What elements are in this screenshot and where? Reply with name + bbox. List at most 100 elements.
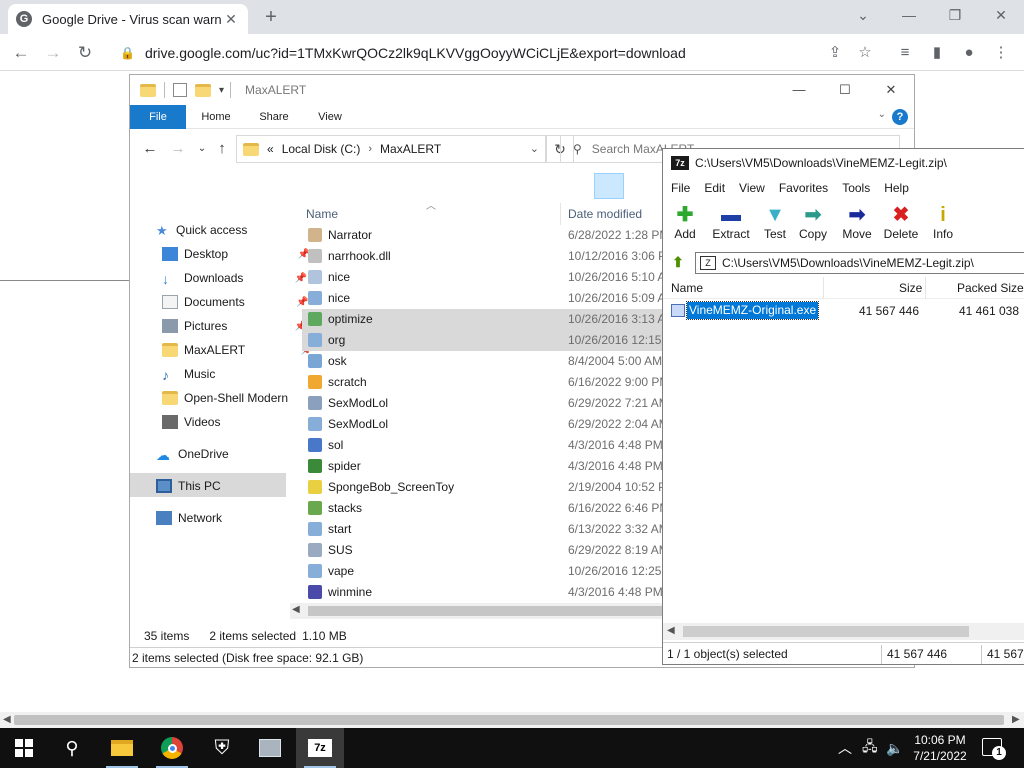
up-folder-icon[interactable]: ⬆ [667, 254, 689, 272]
properties-icon[interactable] [173, 83, 187, 97]
large-icons-view-button[interactable] [630, 173, 660, 199]
status-divider [881, 645, 882, 664]
customize-toolbar-icon[interactable]: ▾ [219, 85, 224, 96]
nav-item-videos[interactable]: Videos [162, 411, 220, 433]
scrollbar-thumb[interactable] [683, 626, 969, 637]
nav-item-this-pc[interactable]: This PC [156, 475, 221, 497]
nav-item-documents[interactable]: Documents 📌 [162, 291, 309, 313]
nav-item-maxalert[interactable]: MaxALERT 📌 [162, 339, 313, 361]
recent-locations-button[interactable]: ⌄ [192, 139, 212, 159]
details-view-button[interactable] [594, 173, 624, 199]
explorer-back-button[interactable]: ← [140, 139, 160, 159]
column-header-size[interactable]: Size [899, 277, 922, 299]
new-folder-icon[interactable] [195, 83, 211, 97]
expand-ribbon-icon[interactable]: ⌄ [878, 109, 886, 120]
back-button[interactable]: ← [8, 40, 34, 66]
share-icon[interactable]: ⇪ [822, 40, 848, 66]
explorer-forward-button[interactable]: → [168, 139, 188, 159]
toolbar-add-button[interactable]: ✚ Add [663, 203, 707, 247]
nav-item-pictures[interactable]: Pictures 📌 [162, 315, 307, 337]
taskbar-chrome[interactable] [148, 728, 196, 768]
explorer-maximize-button[interactable]: ☐ [822, 75, 868, 105]
nav-item-network[interactable]: Network [156, 507, 222, 529]
explorer-close-button[interactable]: ✕ [868, 75, 914, 105]
tab-view[interactable]: View [304, 105, 356, 129]
tab-file[interactable]: File [130, 105, 186, 129]
scrollbar-thumb[interactable] [14, 715, 1004, 725]
explorer-minimize-button[interactable]: — [776, 75, 822, 105]
bookmark-star-icon[interactable]: ☆ [852, 40, 878, 66]
volume-icon[interactable]: 🔈 [886, 728, 903, 768]
path-chevron-icon[interactable]: › [368, 143, 372, 155]
sevenzip-path-box[interactable]: Z C:\Users\VM5\Downloads\VineMEMZ-Legit.… [695, 252, 1024, 274]
toolbar-move-button[interactable]: ➡ Move [835, 203, 879, 247]
scrollbar-thumb[interactable] [308, 606, 668, 616]
taskbar-clock[interactable]: 10:06 PM 7/21/2022 [908, 732, 972, 764]
scroll-left-icon[interactable]: ◀ [3, 714, 11, 725]
media-control-icon[interactable]: ≡ [892, 40, 918, 66]
side-panel-icon[interactable]: ▮ [924, 40, 950, 66]
minimize-button[interactable]: — [886, 0, 932, 30]
menu-view[interactable]: View [739, 181, 765, 195]
column-header-name[interactable]: Name [671, 277, 703, 299]
search-button[interactable]: ⚲ [48, 728, 96, 768]
browser-tab[interactable]: G Google Drive - Virus scan warnin ✕ [8, 4, 248, 34]
scroll-left-icon[interactable]: ◀ [667, 625, 675, 636]
more-menu-icon[interactable]: ⋮ [988, 40, 1014, 66]
close-tab-icon[interactable]: ✕ [222, 11, 240, 28]
path-segment-local-disk[interactable]: Local Disk (C:) [282, 142, 361, 156]
up-button[interactable]: ↑ [212, 139, 232, 159]
forward-button[interactable]: → [40, 40, 66, 66]
address-bar[interactable]: 🔒 drive.google.com/uc?id=1TMxKwrQOCz2lk9… [108, 38, 888, 68]
menu-help[interactable]: Help [884, 181, 909, 195]
scroll-left-icon[interactable]: ◀ [292, 604, 300, 615]
toolbar-info-button[interactable]: i Info [921, 203, 965, 247]
taskbar-settings-app[interactable] [246, 728, 294, 768]
menu-file[interactable]: File [671, 181, 690, 195]
taskbar-security[interactable]: ⛨ [198, 728, 246, 768]
minimize-window-button[interactable]: ⌄ [840, 0, 886, 30]
column-divider[interactable] [560, 203, 561, 225]
path-segment-maxalert[interactable]: MaxALERT [380, 142, 441, 156]
scroll-right-icon[interactable]: ▶ [1012, 714, 1020, 725]
nav-item-onedrive[interactable]: ☁ OneDrive [156, 443, 229, 465]
column-divider[interactable] [823, 277, 824, 299]
network-tray-icon[interactable]: 🖧 [862, 728, 878, 768]
column-header-name[interactable]: Name [306, 203, 338, 225]
nav-item-downloads[interactable]: ↓ Downloads 📌 [162, 267, 307, 289]
toolbar-delete-button[interactable]: ✖ Delete [879, 203, 923, 247]
tab-home[interactable]: Home [190, 105, 242, 129]
menu-tools[interactable]: Tools [842, 181, 870, 195]
nav-item-desktop[interactable]: Desktop 📌 [162, 243, 310, 265]
toolbar-copy-button[interactable]: ➡ Copy [791, 203, 835, 247]
tab-share[interactable]: Share [248, 105, 300, 129]
extract-icon: ▬ [721, 204, 741, 226]
column-divider[interactable] [925, 277, 926, 299]
archive-file-name[interactable]: VineMEMZ-Original.exe [685, 301, 820, 320]
archive-row[interactable]: VineMEMZ-Original.exe 41 567 446 41 461 … [663, 301, 1024, 321]
toolbar-extract-button[interactable]: ▬ Extract [705, 203, 757, 247]
new-tab-button[interactable]: + [258, 4, 284, 30]
explorer-address-bar[interactable]: « Local Disk (C:) › MaxALERT ⌄ [236, 135, 546, 163]
help-icon[interactable]: ? [892, 109, 908, 125]
profile-avatar-icon[interactable]: ● [956, 40, 982, 66]
show-hidden-icons-button[interactable]: ︿ [838, 728, 852, 768]
address-dropdown-icon[interactable]: ⌄ [530, 142, 539, 155]
close-window-button[interactable]: ✕ [978, 0, 1024, 30]
sevenzip-horizontal-scrollbar[interactable]: ◀ [663, 623, 1024, 640]
nav-item-quick-access[interactable]: ★ Quick access [156, 219, 247, 241]
menu-edit[interactable]: Edit [704, 181, 725, 195]
page-horizontal-scrollbar[interactable]: ◀ ▶ [0, 712, 1024, 728]
taskbar-file-explorer[interactable] [98, 728, 146, 768]
menu-favorites[interactable]: Favorites [779, 181, 828, 195]
start-button[interactable] [0, 728, 48, 768]
file-type-icon [308, 459, 322, 473]
path-overflow[interactable]: « [267, 142, 274, 156]
column-header-packed-size[interactable]: Packed Size [957, 277, 1024, 299]
nav-item-open-shell-modern[interactable]: Open-Shell Modern [162, 387, 288, 409]
nav-item-music[interactable]: ♪ Music [162, 363, 215, 385]
reload-button[interactable]: ↻ [72, 40, 98, 66]
column-header-date-modified[interactable]: Date modified [568, 203, 642, 225]
taskbar-sevenzip[interactable]: 7z [296, 728, 344, 768]
restore-button[interactable]: ❐ [932, 0, 978, 30]
